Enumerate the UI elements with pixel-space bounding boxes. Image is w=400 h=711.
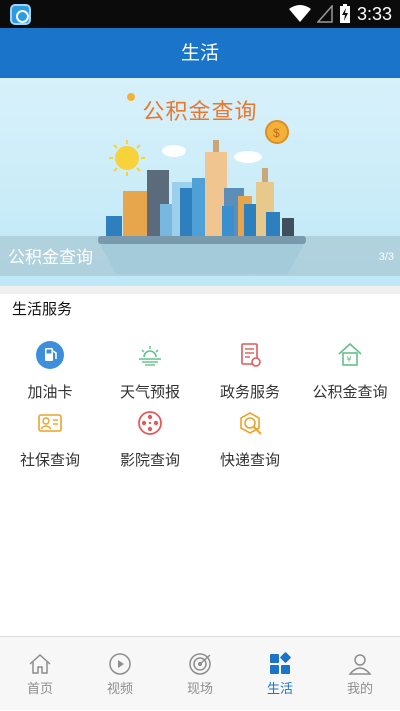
battery-charging-icon xyxy=(339,4,350,23)
tab-life[interactable]: 生活 xyxy=(240,637,320,711)
tab-label: 现场 xyxy=(186,682,213,697)
signal-icon xyxy=(316,5,333,23)
service-item-fuel-card[interactable]: 加油卡 xyxy=(0,340,100,404)
user-icon xyxy=(348,654,372,675)
service-item-express[interactable]: 快递查询 xyxy=(200,408,300,472)
bottom-navigation: 首页 视频 现场 生活 我的 xyxy=(0,636,400,710)
home-icon xyxy=(29,653,51,674)
banner-page-indicator: 3/3 xyxy=(378,251,394,263)
package-search-icon xyxy=(240,412,262,435)
service-item-weather[interactable]: 天气预报 xyxy=(100,340,200,404)
tab-home[interactable]: 首页 xyxy=(0,637,80,711)
app-notification-icon xyxy=(10,4,31,25)
service-label: 快递查询 xyxy=(219,451,280,469)
house-fund-icon: ¥ xyxy=(338,342,362,366)
tab-label: 生活 xyxy=(266,682,293,697)
status-bar: 3:33 xyxy=(0,0,400,28)
service-item-housing-fund[interactable]: ¥ 公积金查询 xyxy=(300,340,400,404)
service-item-government[interactable]: 政务服务 xyxy=(200,340,300,404)
page-title: 生活 xyxy=(0,28,400,78)
clock: 3:33 xyxy=(356,3,392,24)
service-label: 天气预报 xyxy=(119,383,180,401)
svg-text:¥: ¥ xyxy=(347,355,352,364)
play-icon xyxy=(109,653,131,675)
service-item-social-security[interactable]: 社保查询 xyxy=(0,408,100,472)
tab-me[interactable]: 我的 xyxy=(320,637,400,711)
grid-icon xyxy=(270,652,291,674)
section-title: 生活服务 xyxy=(12,300,73,318)
document-icon xyxy=(241,343,261,367)
weather-icon xyxy=(139,346,161,366)
film-reel-icon xyxy=(138,411,162,435)
id-card-icon xyxy=(38,414,62,432)
svg-text:$: $ xyxy=(273,126,280,140)
service-label: 社保查询 xyxy=(19,451,80,469)
target-icon xyxy=(189,653,211,675)
tab-label: 视频 xyxy=(106,682,133,697)
service-label: 公积金查询 xyxy=(312,383,388,401)
fuel-icon xyxy=(36,341,64,369)
service-label: 影院查询 xyxy=(119,451,180,469)
section-divider xyxy=(0,286,400,294)
service-label: 政务服务 xyxy=(219,383,280,401)
banner-caption: 公积金查询 xyxy=(8,248,93,268)
tab-label: 我的 xyxy=(346,682,373,697)
status-icons: 3:33 xyxy=(288,3,392,24)
tab-label: 首页 xyxy=(26,682,53,697)
wifi-icon xyxy=(288,5,311,22)
banner-carousel[interactable]: 公积金查询 $ 公积金查询 3/3 xyxy=(0,78,400,286)
service-item-cinema[interactable]: 影院查询 xyxy=(100,408,200,472)
tab-video[interactable]: 视频 xyxy=(80,637,160,711)
tab-live[interactable]: 现场 xyxy=(160,637,240,711)
service-label: 加油卡 xyxy=(27,383,73,401)
